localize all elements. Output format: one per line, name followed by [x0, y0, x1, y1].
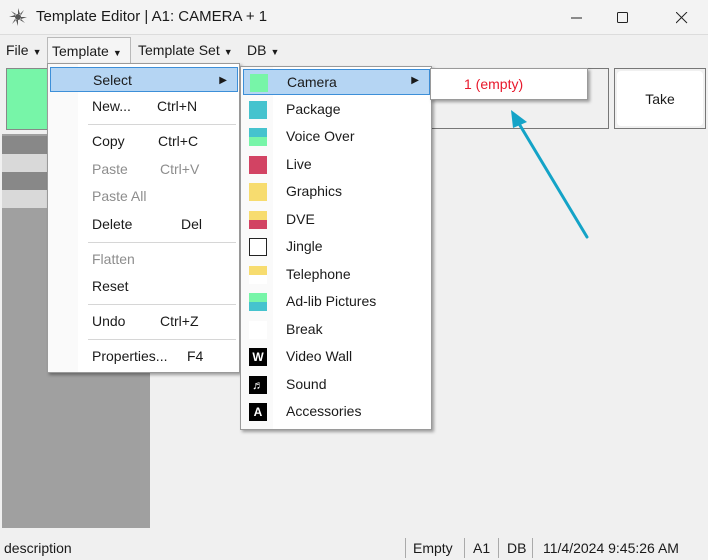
status-bar: description Empty A1 DB 11/4/2024 9:45:2…	[0, 536, 708, 560]
status-channel: A1	[473, 540, 491, 556]
status-description: description	[4, 540, 72, 556]
arrow-head	[511, 110, 527, 128]
annotation-arrow	[511, 110, 589, 239]
status-db: DB	[507, 540, 527, 556]
status-state: Empty	[413, 540, 453, 556]
status-datetime: 11/4/2024 9:45:26 AM	[543, 540, 679, 556]
arrow-shaft	[516, 120, 589, 239]
